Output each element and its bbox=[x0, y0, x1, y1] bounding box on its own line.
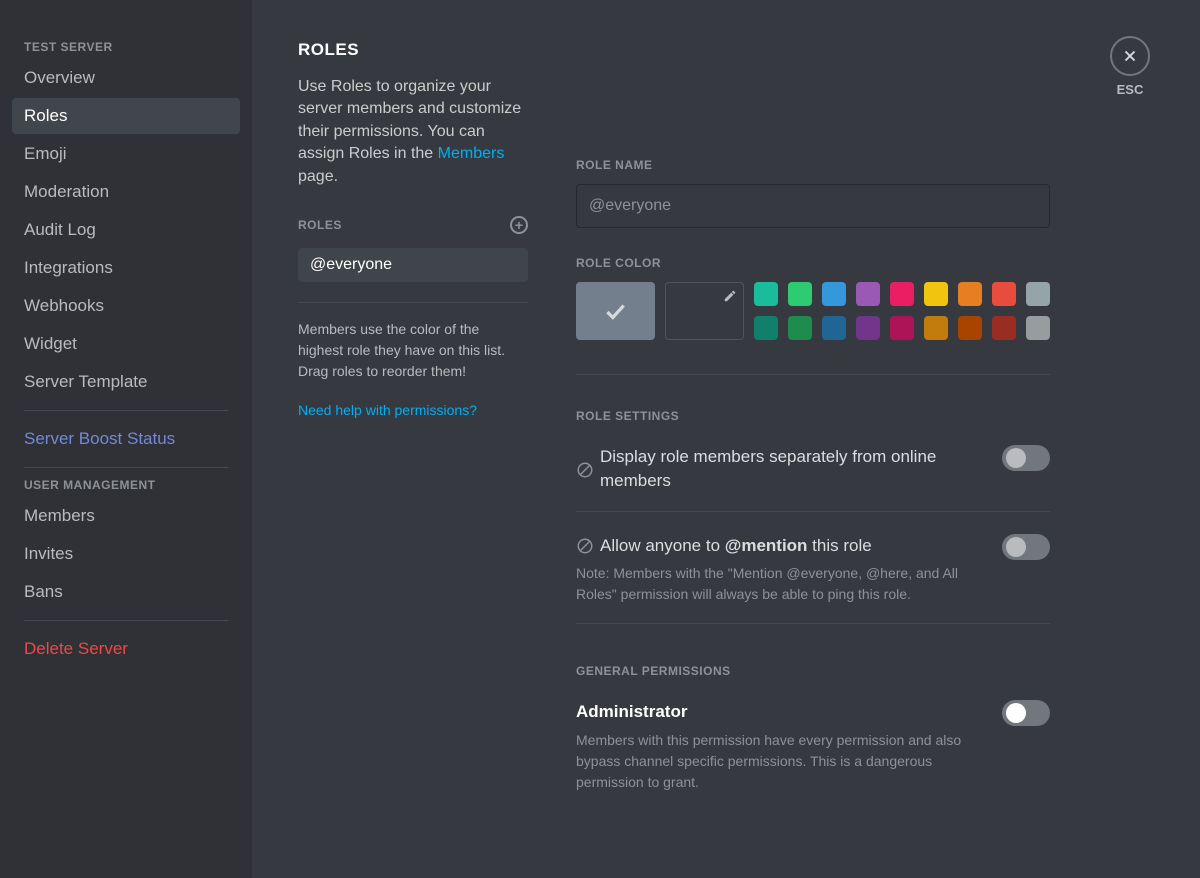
role-list-item-everyone[interactable]: @everyone bbox=[298, 248, 528, 282]
close-column: ESC bbox=[1110, 36, 1150, 97]
roles-list-column: ROLES Use Roles to organize your server … bbox=[298, 40, 528, 838]
role-editor-column: ROLE NAME ROLE COLOR bbox=[576, 40, 1150, 838]
prohibit-icon bbox=[576, 537, 594, 555]
sidebar-item-emoji[interactable]: Emoji bbox=[12, 136, 240, 172]
setting-title: Display role members separately from onl… bbox=[576, 445, 982, 493]
color-swatch[interactable] bbox=[1026, 316, 1050, 340]
divider bbox=[24, 620, 228, 621]
sidebar-item-audit-log[interactable]: Audit Log bbox=[12, 212, 240, 248]
color-swatch[interactable] bbox=[754, 316, 778, 340]
sidebar-item-webhooks[interactable]: Webhooks bbox=[12, 288, 240, 324]
sidebar-item-server-boost[interactable]: Server Boost Status bbox=[12, 421, 240, 457]
setting-title: Allow anyone to @mention this role bbox=[576, 534, 982, 558]
role-color-label: ROLE COLOR bbox=[576, 256, 1050, 270]
roles-hint: Members use the color of the highest rol… bbox=[298, 319, 528, 382]
setting-display-separately: Display role members separately from onl… bbox=[576, 445, 1050, 511]
color-swatch[interactable] bbox=[992, 316, 1016, 340]
permission-title: Administrator bbox=[576, 700, 982, 724]
permissions-help-link[interactable]: Need help with permissions? bbox=[298, 402, 528, 418]
color-swatch[interactable] bbox=[754, 282, 778, 306]
sidebar-item-overview[interactable]: Overview bbox=[12, 60, 240, 96]
color-swatch[interactable] bbox=[958, 282, 982, 306]
divider bbox=[576, 623, 1050, 624]
page-title: ROLES bbox=[298, 40, 528, 60]
setting-text: Allow anyone to bbox=[600, 536, 725, 555]
color-swatch[interactable] bbox=[890, 282, 914, 306]
color-swatch[interactable] bbox=[958, 316, 982, 340]
color-swatch[interactable] bbox=[856, 316, 880, 340]
color-swatch[interactable] bbox=[856, 282, 880, 306]
setting-note: Note: Members with the "Mention @everyon… bbox=[576, 563, 982, 605]
sidebar-item-invites[interactable]: Invites bbox=[12, 536, 240, 572]
check-icon bbox=[602, 298, 628, 324]
divider bbox=[576, 374, 1050, 375]
role-color-group: ROLE COLOR bbox=[576, 256, 1050, 340]
setting-text: Display role members separately from onl… bbox=[600, 445, 982, 493]
divider bbox=[24, 410, 228, 411]
sidebar-item-moderation[interactable]: Moderation bbox=[12, 174, 240, 210]
role-name-input[interactable] bbox=[576, 184, 1050, 228]
toggle-allow-mention[interactable] bbox=[1002, 534, 1050, 560]
permission-administrator: Administrator Members with this permissi… bbox=[576, 700, 1050, 811]
add-role-button[interactable]: + bbox=[510, 216, 528, 234]
members-link[interactable]: Members bbox=[438, 145, 505, 162]
permission-description: Members with this permission have every … bbox=[576, 730, 982, 793]
sidebar-item-integrations[interactable]: Integrations bbox=[12, 250, 240, 286]
sidebar-item-delete-server[interactable]: Delete Server bbox=[12, 631, 240, 667]
setting-text: this role bbox=[807, 536, 871, 555]
esc-label: ESC bbox=[1110, 82, 1150, 97]
color-swatch[interactable] bbox=[788, 282, 812, 306]
default-color-swatch[interactable] bbox=[576, 282, 655, 340]
settings-sidebar: TEST SERVER Overview Roles Emoji Moderat… bbox=[0, 0, 252, 878]
roles-list-header: ROLES + bbox=[298, 216, 528, 234]
general-permissions-label: GENERAL PERMISSIONS bbox=[576, 664, 1050, 678]
sidebar-item-roles[interactable]: Roles bbox=[12, 98, 240, 134]
main-panel: ESC ROLES Use Roles to organize your ser… bbox=[252, 0, 1200, 878]
color-swatch[interactable] bbox=[924, 316, 948, 340]
color-swatch[interactable] bbox=[822, 282, 846, 306]
color-swatch-grid bbox=[754, 282, 1050, 340]
divider bbox=[576, 511, 1050, 512]
mention-bold: @mention bbox=[725, 536, 808, 555]
color-swatch[interactable] bbox=[1026, 282, 1050, 306]
close-icon bbox=[1121, 47, 1139, 65]
pencil-icon bbox=[723, 289, 737, 303]
divider bbox=[24, 467, 228, 468]
custom-color-swatch[interactable] bbox=[665, 282, 744, 340]
sidebar-item-members[interactable]: Members bbox=[12, 498, 240, 534]
toggle-display-separately[interactable] bbox=[1002, 445, 1050, 471]
divider bbox=[298, 302, 528, 303]
sidebar-item-widget[interactable]: Widget bbox=[12, 326, 240, 362]
role-settings-label: ROLE SETTINGS bbox=[576, 409, 1050, 423]
prohibit-icon bbox=[576, 461, 594, 479]
color-swatch[interactable] bbox=[890, 316, 914, 340]
roles-label: ROLES bbox=[298, 218, 342, 232]
close-button[interactable] bbox=[1110, 36, 1150, 76]
sidebar-item-bans[interactable]: Bans bbox=[12, 574, 240, 610]
color-swatch[interactable] bbox=[788, 316, 812, 340]
toggle-administrator[interactable] bbox=[1002, 700, 1050, 726]
setting-allow-mention: Allow anyone to @mention this role Note:… bbox=[576, 534, 1050, 624]
color-swatch[interactable] bbox=[822, 316, 846, 340]
sidebar-item-server-template[interactable]: Server Template bbox=[12, 364, 240, 400]
user-management-header: USER MANAGEMENT bbox=[12, 478, 240, 496]
color-swatch[interactable] bbox=[992, 282, 1016, 306]
desc-text: page. bbox=[298, 168, 338, 185]
role-name-group: ROLE NAME bbox=[576, 158, 1050, 228]
server-name-header: TEST SERVER bbox=[12, 40, 240, 58]
color-swatch[interactable] bbox=[924, 282, 948, 306]
page-description: Use Roles to organize your server member… bbox=[298, 76, 528, 188]
role-name-label: ROLE NAME bbox=[576, 158, 1050, 172]
